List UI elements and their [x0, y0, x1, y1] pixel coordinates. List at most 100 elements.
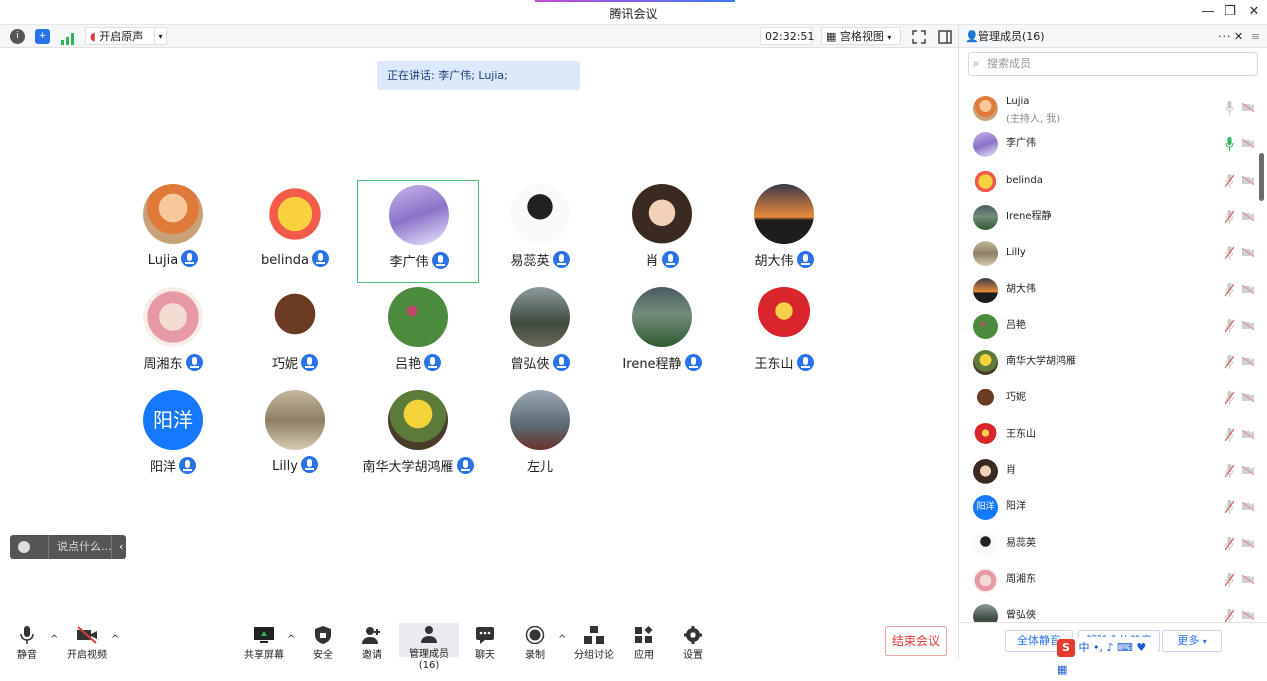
video-off-icon[interactable]	[1242, 175, 1254, 185]
participant-tile[interactable]: Lujia	[112, 180, 234, 283]
microphone-icon[interactable]	[1225, 101, 1234, 115]
microphone-icon	[456, 457, 474, 474]
video-off-icon[interactable]	[1242, 502, 1254, 512]
video-off-icon[interactable]	[1242, 357, 1254, 367]
member-row[interactable]: Lilly	[959, 237, 1259, 273]
microphone-icon[interactable]	[1225, 137, 1234, 152]
participant-tile[interactable]: Lilly	[234, 386, 356, 489]
member-row[interactable]: 王东山	[959, 419, 1259, 455]
video-off-icon[interactable]	[1242, 611, 1254, 621]
menu-icon[interactable]: ≡	[1251, 25, 1260, 48]
manage-members-button[interactable]: 管理成员(16)	[399, 623, 459, 671]
breakout-icon	[584, 626, 604, 644]
participant-tile[interactable]: 李广伟	[357, 180, 479, 283]
participant-tile[interactable]: 肖	[601, 180, 723, 283]
minimize-button[interactable]: —	[1196, 3, 1220, 21]
mic-muted-icon[interactable]	[1225, 246, 1234, 261]
search-icon: ⌕	[973, 57, 980, 70]
fullscreen-icon[interactable]	[912, 29, 926, 44]
participant-tile[interactable]: 周湘东	[112, 283, 234, 386]
participant-tile[interactable]: 易蕊英	[479, 180, 601, 283]
sidebar-toggle-icon[interactable]	[938, 29, 952, 44]
video-off-icon[interactable]	[1242, 393, 1254, 403]
participant-tile[interactable]: 吕艳	[357, 283, 479, 386]
record-button[interactable]: 录制	[505, 624, 565, 661]
member-row[interactable]: 南华大学胡鸿雁	[959, 346, 1259, 382]
more-button[interactable]: 更多 ▾	[1162, 630, 1222, 652]
participant-avatar	[143, 184, 203, 244]
participant-tile[interactable]: 左儿	[479, 386, 601, 489]
member-row[interactable]: 巧妮	[959, 382, 1259, 418]
participant-tile[interactable]: 曾弘俠	[479, 283, 601, 386]
ime-toolbar[interactable]: S 中 •, ♪ ⌨ ♥ ▦	[1057, 637, 1157, 676]
original-sound-dropdown[interactable]: ▾	[154, 27, 167, 45]
mic-muted-icon[interactable]	[1225, 173, 1234, 188]
video-off-icon[interactable]	[1242, 429, 1254, 439]
start-video-button[interactable]: 开启视频	[57, 624, 117, 661]
mic-muted-icon[interactable]	[1225, 464, 1234, 478]
signal-icon[interactable]	[61, 30, 75, 45]
more-options-icon[interactable]: ···	[1218, 25, 1232, 48]
member-search-input[interactable]: ⌕ 搜索成员	[968, 52, 1258, 76]
video-off-icon[interactable]	[1242, 320, 1254, 330]
mic-muted-icon[interactable]	[1225, 500, 1234, 515]
participant-tile[interactable]: 胡大伟	[723, 180, 845, 283]
mic-muted-icon[interactable]	[1225, 427, 1234, 442]
participant-tile[interactable]: Irene程静	[601, 283, 723, 386]
video-off-icon[interactable]	[1242, 103, 1254, 112]
mic-muted-icon[interactable]	[1225, 536, 1234, 551]
emoji-icon[interactable]	[18, 541, 30, 553]
info-icon[interactable]: i	[10, 29, 25, 44]
settings-button[interactable]: 设置	[663, 624, 723, 661]
member-list-scrollbar[interactable]	[1259, 153, 1264, 201]
member-row[interactable]: 胡大伟	[959, 274, 1259, 310]
member-row[interactable]: 肖	[959, 455, 1259, 491]
member-name: 阳洋	[1006, 501, 1026, 513]
member-row[interactable]: Lujia (主持人, 我)	[959, 92, 1259, 128]
title-accent	[535, 0, 735, 2]
original-sound-button[interactable]: ◖ 开启原声	[85, 27, 155, 45]
mic-muted-icon[interactable]	[1225, 355, 1234, 370]
video-off-icon[interactable]	[1242, 139, 1254, 149]
mic-muted-icon[interactable]	[1225, 572, 1234, 587]
close-button[interactable]: ✕	[1242, 3, 1266, 21]
invite-button[interactable]: 邀请	[342, 624, 402, 661]
video-off-icon[interactable]	[1242, 211, 1254, 221]
shield-icon[interactable]: +	[35, 29, 50, 44]
member-row[interactable]: 吕艳	[959, 310, 1259, 346]
mute-button[interactable]: 静音	[0, 624, 57, 661]
close-panel-icon[interactable]: ✕	[1234, 25, 1243, 48]
mic-muted-icon[interactable]	[1225, 282, 1234, 297]
member-row[interactable]: Irene程静	[959, 201, 1259, 237]
chat-input-pill[interactable]: 说点什么... ‹	[10, 535, 126, 559]
collapse-chevron-icon[interactable]: ‹	[119, 535, 123, 559]
participant-avatar	[510, 390, 570, 450]
member-row[interactable]: 易蕊英	[959, 528, 1259, 564]
participant-avatar	[510, 184, 570, 244]
member-row[interactable]: belinda	[959, 165, 1259, 201]
mic-muted-icon[interactable]	[1225, 391, 1234, 406]
video-off-icon[interactable]	[1242, 574, 1254, 584]
participant-tile[interactable]: 南华大学胡鸿雁	[357, 386, 479, 489]
mic-muted-icon[interactable]	[1225, 318, 1234, 333]
member-avatar	[973, 204, 998, 230]
video-off-icon[interactable]	[1242, 284, 1254, 294]
participant-tile[interactable]: 王东山	[723, 283, 845, 386]
member-name: 周湘东	[1006, 573, 1036, 585]
view-mode-button[interactable]: ▦ 宫格视图 ▾	[821, 27, 901, 45]
video-off-icon[interactable]	[1242, 538, 1254, 548]
end-meeting-button[interactable]: 结束会议	[885, 626, 947, 656]
mic-muted-icon[interactable]	[1225, 209, 1234, 224]
maximize-button[interactable]: ❐	[1218, 3, 1242, 21]
microphone-icon	[796, 354, 814, 371]
member-row[interactable]: 李广伟	[959, 128, 1259, 164]
share-screen-button[interactable]: 共享屏幕	[234, 624, 294, 661]
participant-tile[interactable]: 巧妮	[234, 283, 356, 386]
video-off-icon[interactable]	[1242, 466, 1254, 475]
participant-tile[interactable]: belinda	[234, 180, 356, 283]
video-off-icon[interactable]	[1242, 248, 1254, 258]
participant-tile[interactable]: 阳洋 阳洋	[112, 386, 234, 489]
member-row[interactable]: 阳洋 阳洋	[959, 491, 1259, 527]
member-row[interactable]: 周湘东	[959, 564, 1259, 600]
video-options-chevron-icon[interactable]: ^	[111, 634, 119, 645]
